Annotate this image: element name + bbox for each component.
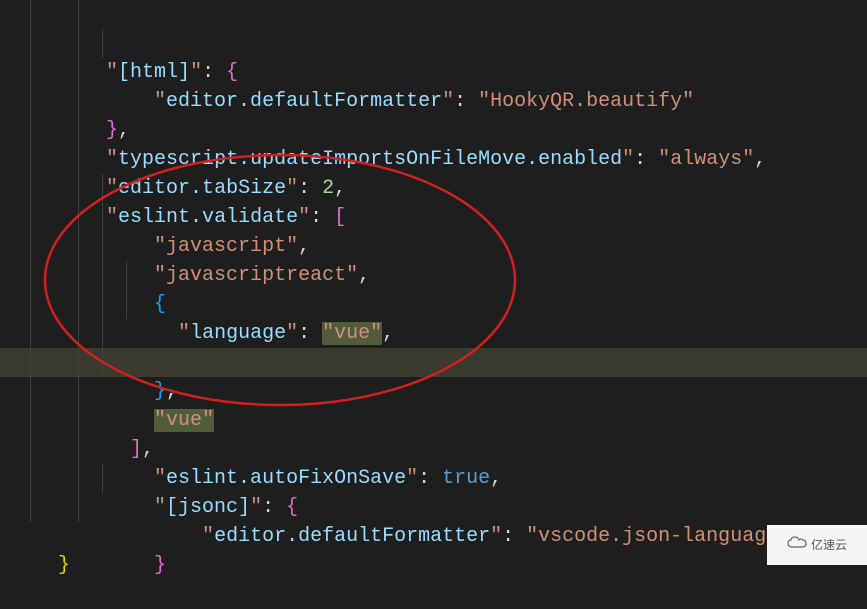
code-line: "[jsonc]": {	[0, 435, 867, 464]
code-editor[interactable]: "[html]": { "editor.defaultFormatter": "…	[0, 0, 867, 551]
code-line: ],	[0, 377, 867, 406]
code-line: "[html]": {	[0, 0, 867, 29]
code-line: },	[0, 319, 867, 348]
code-line: "eslint.validate": [	[0, 145, 867, 174]
code-line: },	[0, 58, 867, 87]
code-line: "javascript",	[0, 174, 867, 203]
code-line: "eslint.autoFixOnSave": true,	[0, 406, 867, 435]
code-line: {	[0, 232, 867, 261]
code-line: "language": "vue",	[0, 261, 867, 290]
code-line: }	[0, 493, 867, 522]
cloud-icon	[787, 531, 807, 560]
code-line: }	[0, 522, 867, 551]
code-line-highlighted: "vue"	[0, 348, 867, 377]
watermark-text: 亿速云	[811, 531, 847, 560]
code-line: "javascriptreact",	[0, 203, 867, 232]
code-line: "typescript.updateImportsOnFileMove.enab…	[0, 87, 867, 116]
code-line: "editor.tabSize": 2,	[0, 116, 867, 145]
watermark-badge: 亿速云	[767, 525, 867, 565]
code-line: "editor.defaultFormatter": "vscode.json-…	[0, 464, 867, 493]
code-line: "editor.defaultFormatter": "HookyQR.beau…	[0, 29, 867, 58]
code-line: "autoFix": true	[0, 290, 867, 319]
